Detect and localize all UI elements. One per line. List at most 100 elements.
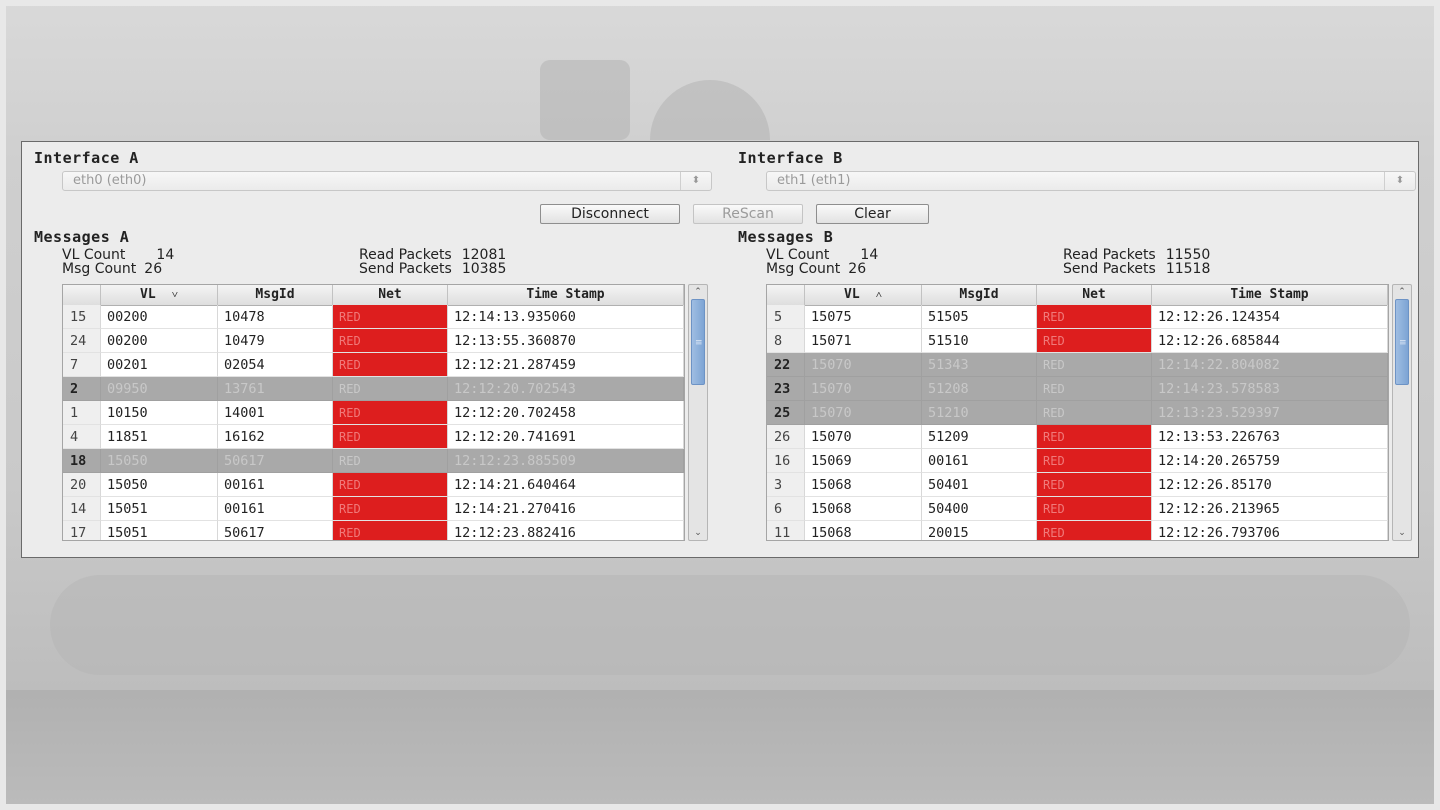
table-row[interactable]: 25 15070 51210 RED 12:13:23.529397 (767, 401, 1388, 425)
row-index: 25 (767, 401, 805, 425)
cell-vl: 00200 (101, 305, 218, 329)
cell-timestamp: 12:12:20.741691 (448, 425, 684, 449)
cell-msgid: 14001 (218, 401, 333, 425)
cell-net: RED (333, 305, 448, 329)
messages-a-send-packets: Send Packets 10385 (359, 261, 506, 277)
column-header-net[interactable]: Net (1037, 285, 1152, 305)
table-row[interactable]: 6 15068 50400 RED 12:12:26.213965 (767, 497, 1388, 521)
table-row[interactable]: 23 15070 51208 RED 12:14:23.578583 (767, 377, 1388, 401)
table-row[interactable]: 5 15075 51505 RED 12:12:26.124354 (767, 305, 1388, 329)
msg-count-value: 26 (848, 261, 867, 277)
cell-vl: 15070 (805, 377, 922, 401)
scroll-thumb[interactable]: ≡ (691, 299, 705, 385)
row-index: 4 (63, 425, 101, 449)
table-row[interactable]: 11 15068 20015 RED 12:12:26.793706 (767, 521, 1388, 540)
table-row[interactable]: 8 15071 51510 RED 12:12:26.685844 (767, 329, 1388, 353)
cell-msgid: 00161 (218, 497, 333, 521)
row-index: 1 (63, 401, 101, 425)
table-row[interactable]: 20 15050 00161 RED 12:14:21.640464 (63, 473, 684, 497)
column-header-net[interactable]: Net (333, 285, 448, 305)
messages-a-title: Messages A (34, 228, 130, 246)
column-header-time-stamp[interactable]: Time Stamp (448, 285, 684, 305)
cell-msgid: 00161 (922, 449, 1037, 473)
cell-msgid: 02054 (218, 353, 333, 377)
table-row[interactable]: 17 15051 50617 RED 12:12:23.882416 (63, 521, 684, 540)
cell-net: RED (1037, 305, 1152, 329)
cell-timestamp: 12:14:21.640464 (448, 473, 684, 497)
cell-net: RED (333, 521, 448, 540)
table-row[interactable]: 4 11851 16162 RED 12:12:20.741691 (63, 425, 684, 449)
send-packets-label: Send Packets (359, 261, 452, 277)
row-index: 17 (63, 521, 101, 540)
cell-net: RED (333, 425, 448, 449)
table-row[interactable]: 2 09950 13761 RED 12:12:20.702543 (63, 377, 684, 401)
column-header-msgid[interactable]: MsgId (218, 285, 333, 305)
messages-b-table[interactable]: VL ˄ MsgId Net Time Stamp 5 15075 51505 RED 12:12… (766, 284, 1389, 541)
rescan-button[interactable]: ReScan (693, 204, 803, 224)
clear-button[interactable]: Clear (816, 204, 929, 224)
column-header-msgid[interactable]: MsgId (922, 285, 1037, 305)
disconnect-button[interactable]: Disconnect (540, 204, 680, 224)
interface-a-select[interactable]: eth0 (eth0) ⬍ (62, 171, 712, 191)
cell-vl: 15070 (805, 353, 922, 377)
table-row[interactable]: 22 15070 51343 RED 12:14:22.804082 (767, 353, 1388, 377)
row-index: 3 (767, 473, 805, 497)
cell-msgid: 51505 (922, 305, 1037, 329)
sort-indicator-icon: ˅ (171, 288, 178, 301)
scroll-thumb[interactable]: ≡ (1395, 299, 1409, 385)
table-row[interactable]: 26 15070 51209 RED 12:13:53.226763 (767, 425, 1388, 449)
column-header-label: Net (378, 287, 402, 302)
cell-timestamp: 12:14:13.935060 (448, 305, 684, 329)
cell-timestamp: 12:12:26.85170 (1152, 473, 1388, 497)
cell-vl: 15051 (101, 521, 218, 540)
table-row[interactable]: 7 00201 02054 RED 12:12:21.287459 (63, 353, 684, 377)
cell-timestamp: 12:12:23.885509 (448, 449, 684, 473)
table-row[interactable]: 16 15069 00161 RED 12:14:20.265759 (767, 449, 1388, 473)
row-index: 22 (767, 353, 805, 377)
row-index: 11 (767, 521, 805, 540)
cell-net: RED (333, 449, 448, 473)
table-row[interactable]: 15 00200 10478 RED 12:14:13.935060 (63, 305, 684, 329)
column-header-vl[interactable]: VL ˄ (805, 285, 922, 305)
cell-msgid: 51209 (922, 425, 1037, 449)
messages-b-scrollbar[interactable]: ⌃ ≡ ⌄ (1392, 284, 1412, 541)
chevron-down-icon[interactable]: ⌄ (690, 527, 706, 539)
cell-timestamp: 12:12:26.124354 (1152, 305, 1388, 329)
msg-count-value: 26 (144, 261, 163, 277)
messages-a-table[interactable]: VL ˅ MsgId Net Time Stamp 15 00200 10478 RED 12:1… (62, 284, 685, 541)
cell-msgid: 50401 (922, 473, 1037, 497)
cell-timestamp: 12:14:21.270416 (448, 497, 684, 521)
cell-timestamp: 12:12:23.882416 (448, 521, 684, 540)
chevron-down-icon[interactable]: ⌄ (1394, 527, 1410, 539)
cell-msgid: 13761 (218, 377, 333, 401)
cell-net: RED (1037, 401, 1152, 425)
row-index: 14 (63, 497, 101, 521)
row-index: 15 (63, 305, 101, 329)
cell-net: RED (1037, 329, 1152, 353)
cell-msgid: 10478 (218, 305, 333, 329)
table-row[interactable]: 14 15051 00161 RED 12:14:21.270416 (63, 497, 684, 521)
cell-vl: 15071 (805, 329, 922, 353)
cell-timestamp: 12:12:26.213965 (1152, 497, 1388, 521)
row-index: 16 (767, 449, 805, 473)
table-row[interactable]: 18 15050 50617 RED 12:12:23.885509 (63, 449, 684, 473)
column-header-vl[interactable]: VL ˅ (101, 285, 218, 305)
cell-timestamp: 12:14:23.578583 (1152, 377, 1388, 401)
table-row[interactable]: 1 10150 14001 RED 12:12:20.702458 (63, 401, 684, 425)
chevron-up-icon[interactable]: ⌃ (1394, 286, 1410, 298)
chevron-up-icon[interactable]: ⌃ (690, 286, 706, 298)
cell-net: RED (333, 329, 448, 353)
cell-timestamp: 12:14:22.804082 (1152, 353, 1388, 377)
sort-indicator-icon: ˄ (875, 288, 882, 301)
messages-a-scrollbar[interactable]: ⌃ ≡ ⌄ (688, 284, 708, 541)
cell-timestamp: 12:12:26.685844 (1152, 329, 1388, 353)
app-window: Interface A eth0 (eth0) ⬍ Interface B et… (21, 141, 1419, 558)
interface-b-select[interactable]: eth1 (eth1) ⬍ (766, 171, 1416, 191)
table-row[interactable]: 24 00200 10479 RED 12:13:55.360870 (63, 329, 684, 353)
table-row[interactable]: 3 15068 50401 RED 12:12:26.85170 (767, 473, 1388, 497)
column-header-label: VL (844, 287, 860, 302)
messages-b-msg-count: Msg Count 26 (766, 261, 866, 277)
column-header-time-stamp[interactable]: Time Stamp (1152, 285, 1388, 305)
send-packets-label: Send Packets (1063, 261, 1156, 277)
interface-a-title: Interface A (34, 149, 139, 167)
